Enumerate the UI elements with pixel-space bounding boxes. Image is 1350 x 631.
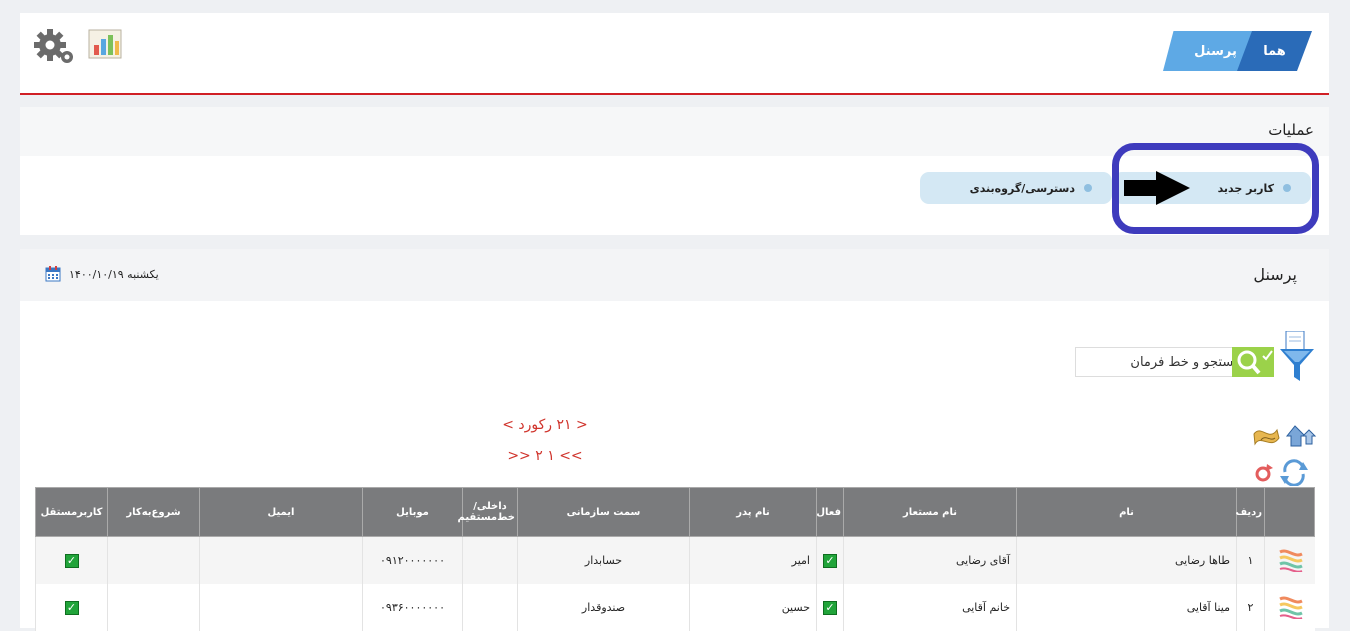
header-row-number[interactable]: ردیف [1235,487,1265,537]
access-grouping-button[interactable]: دسترسی/گروه‌بندی [920,172,1112,204]
panel-title: پرسنل [1253,265,1297,284]
filter-funnel-icon[interactable] [1278,331,1316,383]
check-icon: ✓ [823,553,837,568]
cell-father-name: امیر [689,536,817,584]
table-row[interactable]: ۲ مینا آقایی خانم آقایی ✓ حسین صندوقدار … [35,584,1315,631]
header-icon-col [1264,487,1315,537]
panel-header: پرسنل یکشنبه ۱۴۰۰/۱۰/۱۹ [20,249,1329,301]
operations-title: عملیات [1268,121,1314,139]
calendar-icon[interactable] [45,266,61,282]
cell-row-number: ۱ [1236,536,1265,584]
header-father-name[interactable]: نام پدر [689,487,817,537]
cell-name: طاها رضایی [1016,536,1237,584]
cell-mobile: ۰۹۳۶۰۰۰۰۰۰۰ [362,584,463,631]
header-alias[interactable]: نام مستعار [843,487,1017,537]
arrow-right-icon [1124,171,1190,205]
refresh-icons[interactable] [1253,458,1313,486]
check-icon: ✓ [64,600,79,615]
header-name[interactable]: نام [1016,487,1237,537]
breadcrumb-personnel-label: پرسنل [1194,43,1237,59]
cell-father-name: حسین [689,584,817,631]
page-numbers[interactable]: >> ۱ ۲ << [490,448,600,464]
table-row[interactable]: ۱ طاها رضایی آقای رضایی ✓ امیر حسابدار ۰… [35,536,1315,584]
access-grouping-label: دسترسی/گروه‌بندی [969,181,1075,195]
header-position[interactable]: سمت سازمانی [517,487,690,537]
cell-internal-line [462,536,518,584]
chart-report-icon[interactable] [86,27,124,61]
row-menu-icon[interactable] [1264,536,1315,584]
breadcrumb-home-label: هما [1263,43,1286,59]
header-start-date[interactable]: شروع‌به‌کار [107,487,200,537]
header-independent-user[interactable]: کاربرمستقل [35,487,108,537]
independent-user-checkbox[interactable]: ✓ [35,584,108,631]
check-icon: ✓ [823,600,837,615]
cell-position: صندوقدار [517,584,690,631]
cell-row-number: ۲ [1236,584,1265,631]
records-pager[interactable]: < ۲۱ رکورد > [490,417,600,433]
export-tools-icons[interactable] [1251,420,1317,452]
header-active[interactable]: فعال [816,487,844,537]
search-button[interactable] [1232,347,1274,377]
cell-name: مینا آقایی [1016,584,1237,631]
magnifier-icon [1237,350,1273,375]
independent-user-checkbox[interactable]: ✓ [35,536,108,584]
cell-start-date [107,584,200,631]
cell-start-date [107,536,200,584]
personnel-table: ردیف نام نام مستعار فعال نام پدر سمت ساز… [35,487,1315,631]
active-checkbox[interactable]: ✓ [816,536,844,584]
table-header-row: ردیف نام نام مستعار فعال نام پدر سمت ساز… [35,487,1315,537]
cell-internal-line [462,584,518,631]
gear-icon[interactable] [34,27,78,67]
cell-alias: آقای رضایی [843,536,1017,584]
cell-email [199,536,363,584]
current-date: یکشنبه ۱۴۰۰/۱۰/۱۹ [69,268,159,281]
top-header: پرسنل هما [20,13,1329,93]
cell-mobile: ۰۹۱۲۰۰۰۰۰۰۰ [362,536,463,584]
active-checkbox[interactable]: ✓ [816,584,844,631]
cell-alias: خانم آقایی [843,584,1017,631]
cell-position: حسابدار [517,536,690,584]
cell-email [199,584,363,631]
header-mobile[interactable]: موبایل [362,487,463,537]
header-divider [20,93,1329,95]
bullet-icon [1084,184,1092,192]
header-email[interactable]: ایمیل [199,487,363,537]
check-icon: ✓ [64,553,79,568]
row-menu-icon[interactable] [1264,584,1315,631]
header-internal-line[interactable]: داخلی/ خط‌مستقیم [458,487,518,537]
